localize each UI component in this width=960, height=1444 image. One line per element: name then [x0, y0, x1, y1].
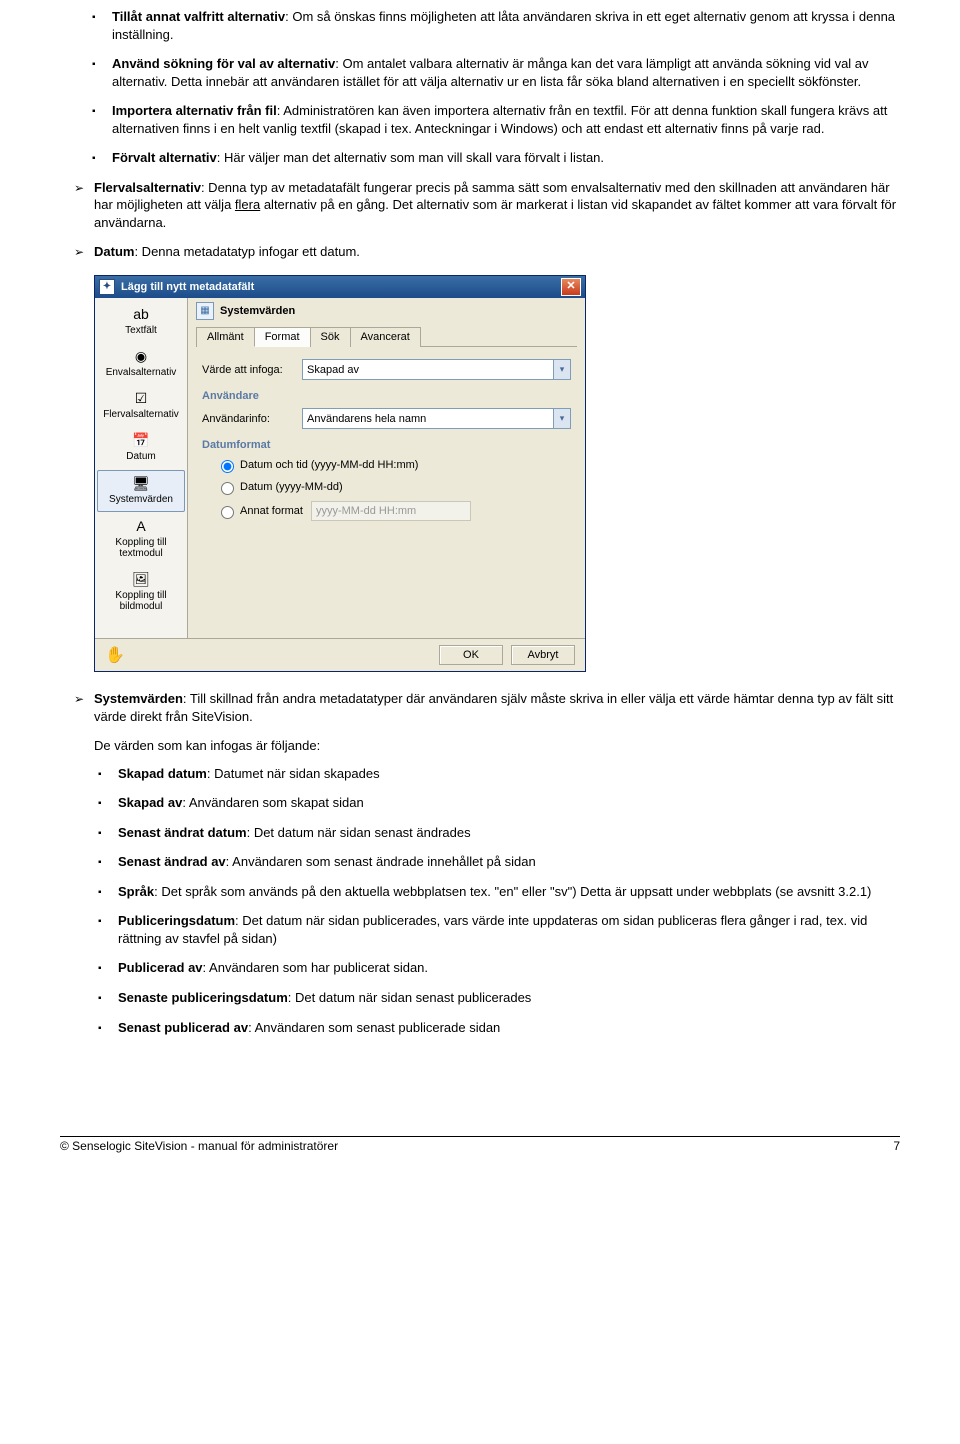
value-bullet-item: Senast ändrat datum: Det datum när sidan…: [118, 824, 900, 842]
radio-datetime-input[interactable]: [221, 460, 234, 473]
tab-sök[interactable]: Sök: [310, 327, 351, 347]
other-format-input: [311, 501, 471, 521]
sidebar-item-icon: ab: [132, 306, 150, 322]
dialog-icon: ✦: [99, 279, 115, 295]
bullet-item: Förvalt alternativ: Här väljer man det a…: [112, 149, 900, 167]
sidebar-item-textfält[interactable]: ab Textfält: [98, 302, 184, 342]
chevron-down-icon[interactable]: ▾: [553, 360, 570, 379]
radio-other-input[interactable]: [221, 506, 234, 519]
value-bullet-item: Språk: Det språk som används på den aktu…: [118, 883, 900, 901]
sidebar-item-label: Datum: [126, 451, 155, 462]
arrow-list-top: Flervalsalternativ: Denna typ av metadat…: [60, 179, 900, 261]
sidebar-item-koppling-till-bildmodul[interactable]: 🖼 Koppling till bildmodul: [98, 567, 184, 618]
sidebar-item-koppling-till-textmodul[interactable]: A Koppling till textmodul: [98, 514, 184, 565]
userinfo-label: Användarinfo:: [202, 413, 302, 425]
sidebar-item-label: Envalsalternativ: [106, 367, 177, 378]
cancel-button[interactable]: Avbryt: [511, 645, 575, 665]
dialog-title: Lägg till nytt metadatafält: [121, 281, 254, 293]
dialog-tabs: AllmäntFormatSökAvancerat: [196, 326, 577, 347]
value-bullet-item: Senast ändrad av: Användaren som senast …: [118, 853, 900, 871]
sidebar-item-envalsalternativ[interactable]: ◉ Envalsalternativ: [98, 344, 184, 384]
arrow-item: Flervalsalternativ: Denna typ av metadat…: [94, 179, 900, 232]
sidebar-item-label: Textfält: [125, 325, 157, 336]
dialog-heading: Systemvärden: [220, 305, 295, 317]
sidebar-item-datum[interactable]: 📅 Datum: [98, 428, 184, 468]
systemvalues-icon: ▦: [196, 302, 214, 320]
close-button[interactable]: ✕: [561, 278, 581, 296]
value-bullet-item: Senaste publiceringsdatum: Det datum när…: [118, 989, 900, 1007]
section-user-heading: Användare: [202, 390, 571, 402]
value-bullet-list: Skapad datum: Datumet när sidan skapades…: [94, 765, 900, 1036]
footer-left: © Senselogic SiteVision - manual för adm…: [60, 1139, 338, 1153]
bullet-item: Använd sökning för val av alternativ: Om…: [112, 55, 900, 90]
value-to-insert-label: Värde att infoga:: [202, 364, 302, 376]
dialog-titlebar: ✦ Lägg till nytt metadatafält ✕: [95, 276, 585, 298]
value-to-insert-select[interactable]: Skapad av ▾: [302, 359, 571, 380]
sidebar-item-icon: 🖼: [132, 571, 150, 587]
help-hand-icon[interactable]: ✋: [105, 645, 125, 665]
tab-format[interactable]: Format: [254, 327, 311, 347]
radio-date[interactable]: Datum (yyyy-MM-dd): [216, 479, 571, 495]
sidebar-item-label: Koppling till bildmodul: [115, 590, 166, 612]
sidebar-item-icon: ◉: [132, 348, 150, 364]
ok-button[interactable]: OK: [439, 645, 503, 665]
bullet-item: Tillåt annat valfritt alternativ: Om så …: [112, 8, 900, 43]
sidebar-item-icon: ☑: [132, 390, 150, 406]
section-dateformat-heading: Datumformat: [202, 439, 571, 451]
tab-avancerat[interactable]: Avancerat: [350, 327, 421, 347]
radio-datetime[interactable]: Datum och tid (yyyy-MM-dd HH:mm): [216, 457, 571, 473]
dialog-sidebar: ab Textfält ◉ Envalsalternativ ☑ Flervalsalte…: [95, 298, 188, 638]
chevron-down-icon[interactable]: ▾: [553, 409, 570, 428]
sidebar-item-icon: 🖥: [132, 475, 150, 491]
tab-format-panel: Värde att infoga: Skapad av ▾ Användare …: [196, 357, 577, 529]
add-metadata-dialog: ✦ Lägg till nytt metadatafält ✕ ab Textfä…: [94, 275, 586, 672]
userinfo-select[interactable]: Användarens hela namn ▾: [302, 408, 571, 429]
value-bullet-item: Publicerad av: Användaren som har public…: [118, 959, 900, 977]
value-bullet-item: Skapad datum: Datumet när sidan skapades: [118, 765, 900, 783]
radio-other[interactable]: Annat format: [216, 501, 571, 521]
bullet-item: Importera alternativ från fil: Administr…: [112, 102, 900, 137]
sidebar-item-label: Systemvärden: [109, 494, 173, 505]
value-bullet-item: Skapad av: Användaren som skapat sidan: [118, 794, 900, 812]
sidebar-item-flervalsalternativ[interactable]: ☑ Flervalsalternativ: [98, 386, 184, 426]
page-footer: © Senselogic SiteVision - manual för adm…: [60, 1136, 900, 1153]
sidebar-item-label: Koppling till textmodul: [115, 537, 166, 559]
arrow-item: Datum: Denna metadatatyp infogar ett dat…: [94, 243, 900, 261]
arrow-list-bottom: Systemvärden: Till skillnad från andra m…: [60, 690, 900, 1036]
value-bullet-item: Senast publicerad av: Användaren som sen…: [118, 1019, 900, 1037]
sidebar-item-systemvärden[interactable]: 🖥 Systemvärden: [97, 470, 185, 512]
sidebar-item-icon: 📅: [132, 432, 150, 448]
values-intro: De värden som kan infogas är följande:: [94, 737, 900, 755]
tab-allmänt[interactable]: Allmänt: [196, 327, 255, 347]
value-bullet-item: Publiceringsdatum: Det datum när sidan p…: [118, 912, 900, 947]
radio-date-input[interactable]: [221, 482, 234, 495]
bullet-list-top: Tillåt annat valfritt alternativ: Om så …: [60, 8, 900, 167]
sidebar-item-label: Flervalsalternativ: [103, 409, 179, 420]
dialog-screenshot: ✦ Lägg till nytt metadatafält ✕ ab Textfä…: [94, 275, 900, 672]
systemvalues-item: Systemvärden: Till skillnad från andra m…: [94, 690, 900, 1036]
footer-page-number: 7: [893, 1139, 900, 1153]
sidebar-item-icon: A: [132, 518, 150, 534]
